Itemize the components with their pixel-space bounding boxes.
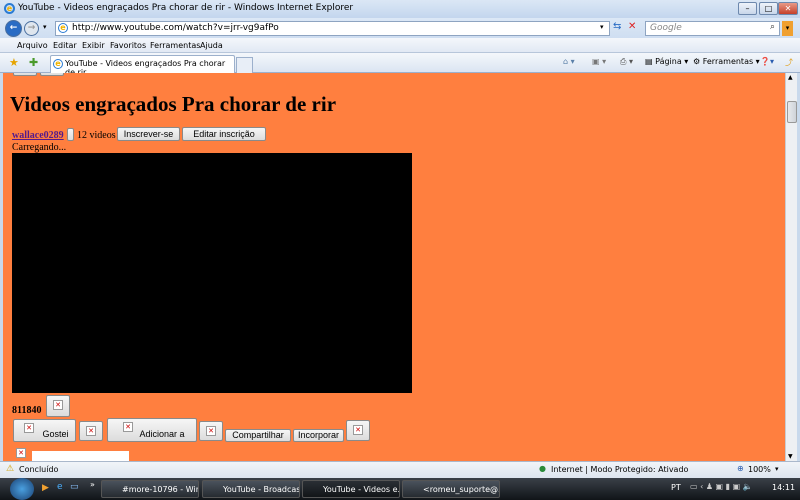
top-button[interactable] [13,73,37,76]
title-bar: e YouTube - Videos engraçados Pra chorar… [0,0,800,18]
new-tab-button[interactable] [236,57,253,73]
menu-ferramentas[interactable]: Ferramentas [150,41,200,50]
tab-ie-icon: e [53,59,63,69]
like-button[interactable]: ✕ Gostei [13,419,76,442]
edit-subscription-button[interactable]: Editar inscrição [182,127,266,141]
subscribe-button[interactable]: Inscrever-se [117,127,180,141]
comment-input[interactable] [32,451,129,461]
help-icon[interactable]: ❓▾ [760,57,774,66]
broken-image-icon: ✕ [206,426,216,436]
refresh-icon[interactable]: ⇆ [613,21,621,32]
status-bar: ⚠ Concluído ● Internet | Modo Protegido:… [0,461,800,478]
zoom-level[interactable]: 100% [748,465,771,474]
tools-menu-label: Ferramentas [702,57,754,66]
tab-bar: ★ ✚ e YouTube - Videos engraçados Pra ch… [0,53,800,77]
print-icon[interactable]: ⎙ ▾ [620,57,633,67]
search-icon[interactable]: ⌕ [770,22,775,32]
ie-quicklaunch-icon[interactable]: e [57,482,63,492]
broken-image-icon: ✕ [123,422,133,432]
page-menu-label: Página [655,57,682,66]
maximize-button[interactable]: □ [759,2,778,15]
favorites-star-icon[interactable]: ★ [9,56,19,69]
menu-exibir[interactable]: Exibir [82,41,105,50]
page-menu[interactable]: ▤ Página ▾ [645,57,688,66]
broken-image-icon: ✕ [86,426,96,436]
ie-icon: e [4,3,15,14]
like-label: Gostei [42,429,69,439]
scroll-thumb[interactable] [787,101,797,123]
status-text: Concluído [19,465,59,474]
tools-menu[interactable]: ⚙ Ferramentas ▾ [693,57,760,66]
video-player[interactable] [12,153,412,393]
zoom-dropdown-icon[interactable]: ▾ [775,465,779,473]
feeds-icon[interactable]: ▣ ▾ [592,57,606,66]
window-title: YouTube - Videos engraçados Pra chorar d… [18,3,354,13]
security-zone[interactable]: Internet | Modo Protegido: Ativado [551,465,688,474]
taskbar-item[interactable]: YouTube - Broadcas... [202,480,300,498]
image-button[interactable]: ✕ [46,395,70,417]
zoom-icon: ⊕ [737,464,744,473]
close-button[interactable]: ✕ [778,2,798,15]
add-favorite-icon[interactable]: ✚ [29,56,38,69]
tray-icons[interactable]: ▭ ‹ ♟ ▣ ▮ ▣ 🔈 [690,482,753,491]
menu-ajuda[interactable]: Ajuda [200,41,223,50]
research-icon[interactable]: ⤴ [785,57,793,68]
share-button[interactable]: Compartilhar [225,429,291,442]
menu-bar: Arquivo Editar Exibir Favoritos Ferramen… [0,38,800,53]
home-icon[interactable]: ⌂ ▾ [563,57,575,66]
menu-favoritos[interactable]: Favoritos [110,41,146,50]
image-button[interactable]: ✕ [79,421,103,441]
taskbar: ▶ e ▭ » #more-10796 - Win... YouTube - B… [0,478,800,500]
address-bar: ← → ▾ e http://www.youtube.com/watch?v=j… [0,18,800,38]
page-icon: e [58,23,68,33]
clock[interactable]: 14:11 [772,483,795,492]
scroll-up-icon[interactable]: ▲ [788,74,793,81]
broken-image-icon: ✕ [53,400,63,410]
embed-button[interactable]: Incorporar [293,429,344,442]
view-count: 811840 [12,405,42,416]
menu-editar[interactable]: Editar [53,41,77,50]
taskbar-item[interactable]: <romeu_suporte@... [402,480,500,498]
vertical-scrollbar[interactable]: ▲ ▼ [785,73,797,461]
broken-image-icon: ✕ [353,425,363,435]
menu-arquivo[interactable]: Arquivo [17,41,48,50]
show-desktop-icon[interactable]: ▭ [70,482,79,492]
minimize-button[interactable]: – [738,2,757,15]
add-to-label: Adicionar a [139,429,185,439]
add-to-button[interactable]: ✕ Adicionar a [107,418,197,442]
scroll-down-icon[interactable]: ▼ [788,453,793,460]
history-dropdown-icon[interactable]: ▾ [43,23,47,31]
warning-icon: ⚠ [6,464,15,474]
taskbar-item-active[interactable]: YouTube - Videos e... [302,480,400,498]
start-button[interactable] [10,478,34,500]
image-button[interactable]: ✕ [346,420,370,441]
url-text: http://www.youtube.com/watch?v=jrr-vg9af… [72,23,279,33]
back-button[interactable]: ← [5,20,22,37]
search-options-icon[interactable]: ▾ [782,21,793,36]
more-icon[interactable]: » [90,480,95,489]
tab-youtube[interactable]: e YouTube - Videos engraçados Pra chorar… [50,55,235,77]
loading-text: Carregando... [12,142,67,153]
url-dropdown-icon[interactable]: ▾ [600,23,604,31]
broken-image-icon: ✕ [24,423,34,433]
page-content: Videos engraçados Pra chorar de rir wall… [3,73,785,461]
globe-icon: ● [539,464,546,473]
search-input[interactable]: Google [645,21,780,36]
image-button[interactable]: ✕ [199,421,223,441]
language-indicator[interactable]: PT [671,483,681,492]
broken-image-icon: ✕ [16,448,26,458]
top-button[interactable] [40,73,64,76]
channel-button[interactable] [67,128,74,141]
url-input[interactable]: e http://www.youtube.com/watch?v=jrr-vg9… [55,21,610,36]
taskbar-item[interactable]: #more-10796 - Win... [101,480,199,498]
stop-icon[interactable]: ✕ [628,21,636,32]
channel-link[interactable]: wallace0289 [12,130,64,141]
video-count: 12 videos [77,130,116,141]
forward-button[interactable]: → [24,21,39,36]
page-title: Videos engraçados Pra chorar de rir [10,92,337,116]
media-player-icon[interactable]: ▶ [42,483,49,493]
